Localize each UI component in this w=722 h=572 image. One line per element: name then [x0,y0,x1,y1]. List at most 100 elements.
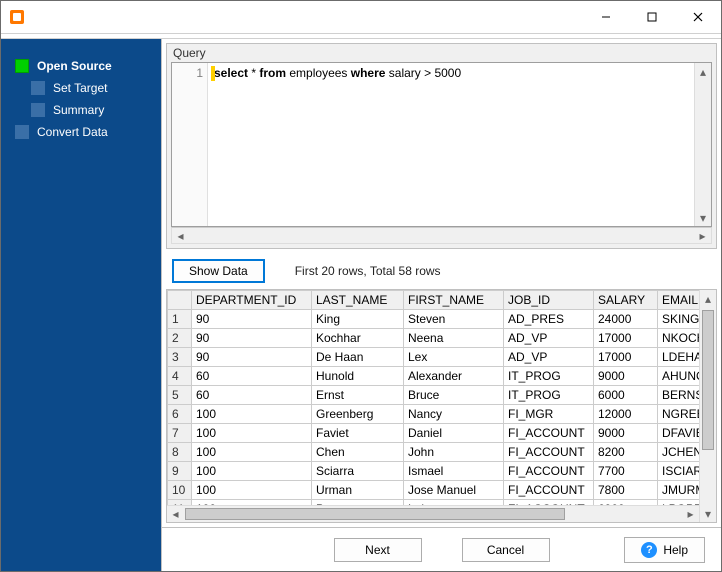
scroll-up-icon[interactable]: ▴ [700,290,716,307]
grid-vertical-scrollbar[interactable]: ▴ ▾ [699,290,716,522]
cell[interactable]: FI_ACCOUNT [504,462,594,481]
cell[interactable]: Faviet [312,424,404,443]
cell[interactable]: Jose Manuel [404,481,504,500]
cell[interactable]: Hunold [312,367,404,386]
cell[interactable]: 90 [192,348,312,367]
table-row[interactable]: 460HunoldAlexanderIT_PROG9000AHUNOL [168,367,700,386]
cell[interactable]: FI_ACCOUNT [504,481,594,500]
cell[interactable]: BERNST [658,386,700,405]
wizard-step-open-source[interactable]: Open Source [15,59,151,73]
table-row[interactable]: 390De HaanLexAD_VP17000LDEHAAN [168,348,700,367]
cell[interactable]: Kochhar [312,329,404,348]
row-number[interactable]: 9 [168,462,192,481]
sql-editor[interactable]: 1 select * from employees where salary >… [171,62,712,227]
row-number[interactable]: 1 [168,310,192,329]
titlebar[interactable] [1,1,721,33]
cell[interactable]: FI_ACCOUNT [504,424,594,443]
cell[interactable]: 7800 [594,481,658,500]
cell[interactable]: 100 [192,424,312,443]
cell[interactable]: Neena [404,329,504,348]
cell[interactable]: JMURMA [658,481,700,500]
next-button[interactable]: Next [334,538,422,562]
cell[interactable]: Steven [404,310,504,329]
row-number[interactable]: 4 [168,367,192,386]
show-data-button[interactable]: Show Data [172,259,265,283]
cell[interactable]: FI_ACCOUNT [504,443,594,462]
row-number[interactable]: 6 [168,405,192,424]
cell[interactable]: 8200 [594,443,658,462]
cell[interactable]: AD_PRES [504,310,594,329]
row-number[interactable]: 2 [168,329,192,348]
cell[interactable]: 100 [192,405,312,424]
row-number[interactable]: 8 [168,443,192,462]
cell[interactable]: 60 [192,367,312,386]
cell[interactable]: FI_MGR [504,405,594,424]
close-button[interactable] [675,1,721,33]
table-row[interactable]: 6100GreenbergNancyFI_MGR12000NGREENE [168,405,700,424]
wizard-step-set-target[interactable]: Set Target [31,81,151,95]
cell[interactable]: Ernst [312,386,404,405]
cell[interactable]: AD_VP [504,348,594,367]
cell[interactable]: 9000 [594,367,658,386]
scroll-right-icon[interactable]: ▸ [682,506,699,522]
row-number[interactable]: 5 [168,386,192,405]
cell[interactable]: 90 [192,329,312,348]
scroll-down-icon[interactable]: ▾ [695,209,711,226]
scroll-left-icon[interactable]: ◂ [167,506,184,522]
cell[interactable]: 100 [192,481,312,500]
cell[interactable]: 90 [192,310,312,329]
column-header[interactable]: EMAIL [658,291,700,310]
cell[interactable]: John [404,443,504,462]
editor-vertical-scrollbar[interactable]: ▴ ▾ [694,63,711,226]
cell[interactable]: De Haan [312,348,404,367]
row-number[interactable]: 7 [168,424,192,443]
wizard-step-convert-data[interactable]: Convert Data [15,125,151,139]
scrollbar-thumb[interactable] [702,310,714,450]
minimize-button[interactable] [583,1,629,33]
cell[interactable]: ISCIARRA [658,462,700,481]
cell[interactable]: 60 [192,386,312,405]
table-row[interactable]: 7100FavietDanielFI_ACCOUNT9000DFAVIET [168,424,700,443]
cell[interactable]: IT_PROG [504,386,594,405]
cell[interactable]: 100 [192,443,312,462]
cell[interactable]: King [312,310,404,329]
table-row[interactable]: 190KingStevenAD_PRES24000SKING [168,310,700,329]
cell[interactable]: Greenberg [312,405,404,424]
maximize-button[interactable] [629,1,675,33]
scrollbar-thumb[interactable] [185,508,565,520]
cell[interactable]: 100 [192,462,312,481]
grid-horizontal-scrollbar[interactable]: ◂ ▸ [167,505,699,522]
editor-horizontal-scrollbar[interactable]: ◂ ▸ [171,227,712,244]
sql-code[interactable]: select * from employees where salary > 5… [208,63,694,226]
table-row[interactable]: 9100SciarraIsmaelFI_ACCOUNT7700ISCIARRA [168,462,700,481]
cell[interactable]: IT_PROG [504,367,594,386]
cell[interactable]: DFAVIET [658,424,700,443]
scroll-right-icon[interactable]: ▸ [694,228,711,243]
column-header[interactable]: SALARY [594,291,658,310]
cell[interactable]: 17000 [594,329,658,348]
table-row[interactable]: 560ErnstBruceIT_PROG6000BERNST [168,386,700,405]
grid-viewport[interactable]: DEPARTMENT_IDLAST_NAMEFIRST_NAMEJOB_IDSA… [167,290,699,522]
cell[interactable]: Nancy [404,405,504,424]
cell[interactable]: Ismael [404,462,504,481]
cell[interactable]: Lex [404,348,504,367]
scroll-left-icon[interactable]: ◂ [172,228,189,243]
scroll-up-icon[interactable]: ▴ [695,63,711,80]
scroll-down-icon[interactable]: ▾ [700,505,716,522]
wizard-step-summary[interactable]: Summary [31,103,151,117]
cell[interactable]: 12000 [594,405,658,424]
table-row[interactable]: 8100ChenJohnFI_ACCOUNT8200JCHEN [168,443,700,462]
cell[interactable]: 7700 [594,462,658,481]
row-number[interactable]: 3 [168,348,192,367]
cell[interactable]: Chen [312,443,404,462]
column-header[interactable]: JOB_ID [504,291,594,310]
cell[interactable]: 9000 [594,424,658,443]
cell[interactable]: LDEHAAN [658,348,700,367]
cell[interactable]: JCHEN [658,443,700,462]
cell[interactable]: Urman [312,481,404,500]
cell[interactable]: SKING [658,310,700,329]
cell[interactable]: AD_VP [504,329,594,348]
column-header[interactable]: DEPARTMENT_ID [192,291,312,310]
cell[interactable]: NGREENE [658,405,700,424]
row-number[interactable]: 10 [168,481,192,500]
